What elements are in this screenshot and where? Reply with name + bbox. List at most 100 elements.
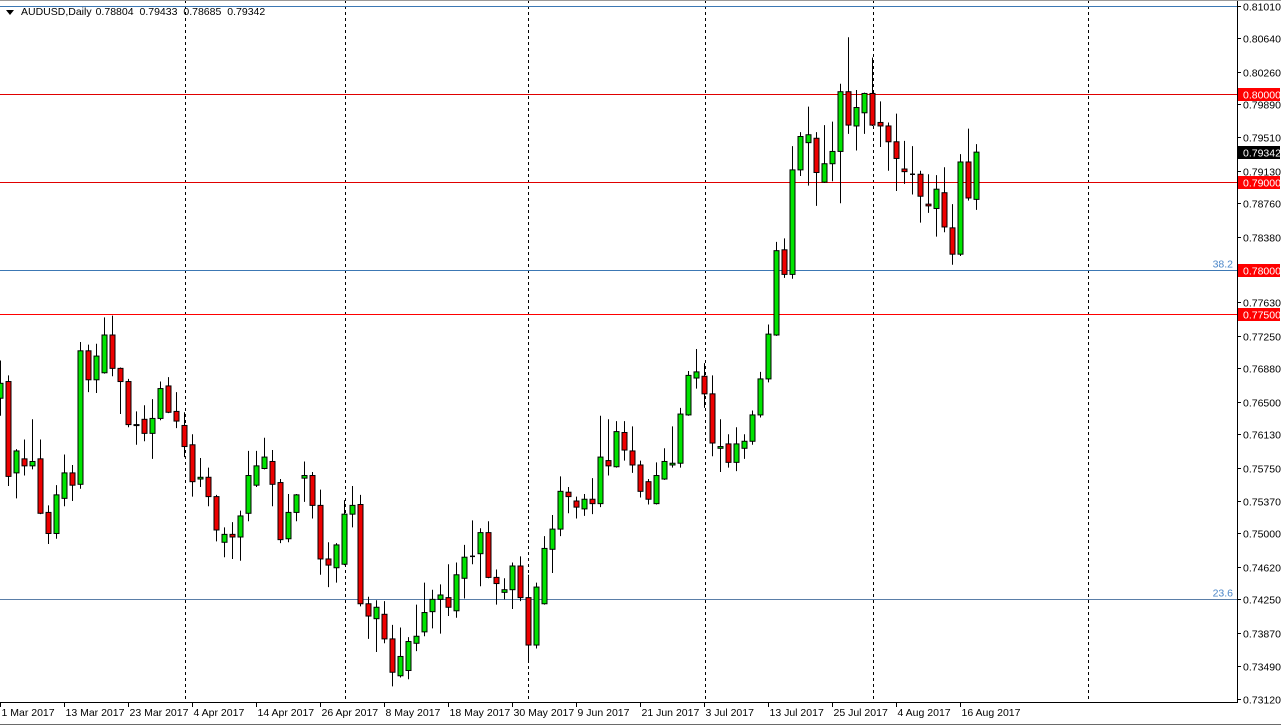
date-tick-label: 23 Mar 2017 xyxy=(130,707,189,719)
candle-body-bear xyxy=(941,192,948,228)
candle xyxy=(533,582,540,649)
candle-body-bull xyxy=(549,528,556,550)
candle-body-bull xyxy=(509,565,516,591)
candle-body-bull xyxy=(93,355,100,381)
date-tick-label: 25 Jul 2017 xyxy=(834,707,888,719)
candle-body-bear xyxy=(893,141,900,159)
price-tick-label: 0.80640 xyxy=(1243,34,1281,46)
candle-body-bear xyxy=(181,424,188,448)
candle-body-bull xyxy=(261,456,268,469)
candle-body-bear xyxy=(109,334,116,369)
price-tick-label: 0.80260 xyxy=(1243,68,1281,80)
candle-body-bear xyxy=(645,481,652,500)
price-tick-label: 0.75000 xyxy=(1243,529,1281,541)
price-chart[interactable]: 38.223.6 0.810100.806400.802600.798900.7… xyxy=(0,0,1281,726)
symbol-timeframe: AUDUSD,Daily xyxy=(21,6,92,18)
candle-body-bull xyxy=(341,513,348,565)
candle-body-bull xyxy=(597,456,604,505)
candle-body-bull xyxy=(437,594,444,600)
candle xyxy=(77,342,84,489)
candle-body-bull xyxy=(29,460,36,467)
candle-body-bull xyxy=(77,350,84,485)
price-tick-label: 0.73490 xyxy=(1243,662,1281,674)
candle-body-bear xyxy=(229,533,236,538)
candle-body-bear xyxy=(37,458,44,514)
candle xyxy=(5,375,12,487)
candle-body-bear xyxy=(277,482,284,541)
candle-body-bull xyxy=(237,515,244,538)
candle-body-bull xyxy=(429,598,436,613)
candle-body-bull xyxy=(421,612,428,633)
candle-body-bear xyxy=(589,498,596,505)
candle-body-bull xyxy=(349,504,356,515)
candle-body-bull xyxy=(853,107,860,127)
candle-body-bull xyxy=(477,532,484,555)
candle-body-bull xyxy=(61,472,68,499)
candle-body-bull xyxy=(413,635,420,644)
candle xyxy=(677,407,684,468)
candle-body-bull xyxy=(669,462,676,466)
candle-body-bull xyxy=(957,161,964,255)
level-price-tag-text: 0.80000 xyxy=(1243,90,1281,102)
candle-body-bear xyxy=(701,375,708,395)
candle xyxy=(957,154,964,256)
candle-body-bull xyxy=(13,450,20,474)
candle-body-bull xyxy=(973,151,980,200)
date-tick-label: 3 Jul 2017 xyxy=(706,707,755,719)
candle-body-bear xyxy=(621,431,628,451)
price-tick-label: 0.75370 xyxy=(1243,497,1281,509)
date-tick-label: 13 Jul 2017 xyxy=(770,707,824,719)
candle-body-bull xyxy=(0,382,4,399)
candle-body-bear xyxy=(725,443,732,463)
candle-body-bear xyxy=(637,464,644,492)
candle-body-bull xyxy=(829,150,836,165)
ohlc-values: 0.78804 0.79433 0.78685 0.79342 xyxy=(96,6,269,18)
candle-body-bear xyxy=(445,597,452,608)
candle-body-bull xyxy=(501,589,508,593)
price-tick-label: 0.79510 xyxy=(1243,133,1281,145)
dropdown-triangle-icon[interactable] xyxy=(6,9,14,15)
price-tick-label: 0.75750 xyxy=(1243,464,1281,476)
date-tick-label: 4 Aug 2017 xyxy=(898,707,951,719)
candle-body-bear xyxy=(709,393,716,444)
price-tick-label: 0.76880 xyxy=(1243,364,1281,376)
date-tick-label: 21 Jun 2017 xyxy=(642,707,700,719)
candle-body-bear xyxy=(885,125,892,143)
candle-body-bull xyxy=(541,547,548,605)
candle-body-bull xyxy=(461,556,468,579)
candle-body-bear xyxy=(21,458,28,467)
candle-body-bear xyxy=(125,381,132,426)
candle-body-bear xyxy=(525,597,532,646)
candle-body-bear xyxy=(325,558,332,566)
candle-body-bear xyxy=(381,613,388,640)
candle-body-bear xyxy=(309,475,316,506)
candle-body-bull xyxy=(221,533,228,543)
candle-body-bear xyxy=(5,381,12,477)
candle-body-bull xyxy=(285,511,292,540)
candle xyxy=(757,371,764,418)
date-tick-label: 4 Apr 2017 xyxy=(194,707,245,719)
candle-body-bull xyxy=(773,250,780,336)
candle xyxy=(277,479,284,544)
candle-body-bear xyxy=(213,496,220,531)
open-value: 0.78804 xyxy=(95,6,134,18)
candle-body-bull xyxy=(733,443,740,463)
candle-body-bear xyxy=(141,418,148,434)
level-price-tag-text: 0.78000 xyxy=(1243,266,1281,278)
fib-level-label: 38.2 xyxy=(1213,259,1234,271)
candle-body-bull xyxy=(405,641,412,672)
price-tick-label: 0.81010 xyxy=(1243,2,1281,14)
candle-body-bull xyxy=(677,413,684,464)
date-tick-label: 18 May 2017 xyxy=(450,707,511,719)
close-value: 0.79342 xyxy=(227,6,266,18)
date-tick-label: 8 May 2017 xyxy=(386,707,441,719)
price-tick-label: 0.73120 xyxy=(1243,695,1281,707)
candle xyxy=(797,132,804,177)
candle-body-bull xyxy=(333,544,340,569)
candle-body-bear xyxy=(949,227,956,255)
candle-body-bear xyxy=(845,91,852,126)
candle-body-bear xyxy=(901,168,908,173)
candle-body-bull xyxy=(149,417,156,434)
candle-body-bull xyxy=(301,475,308,479)
candle-body-bear xyxy=(133,424,140,427)
